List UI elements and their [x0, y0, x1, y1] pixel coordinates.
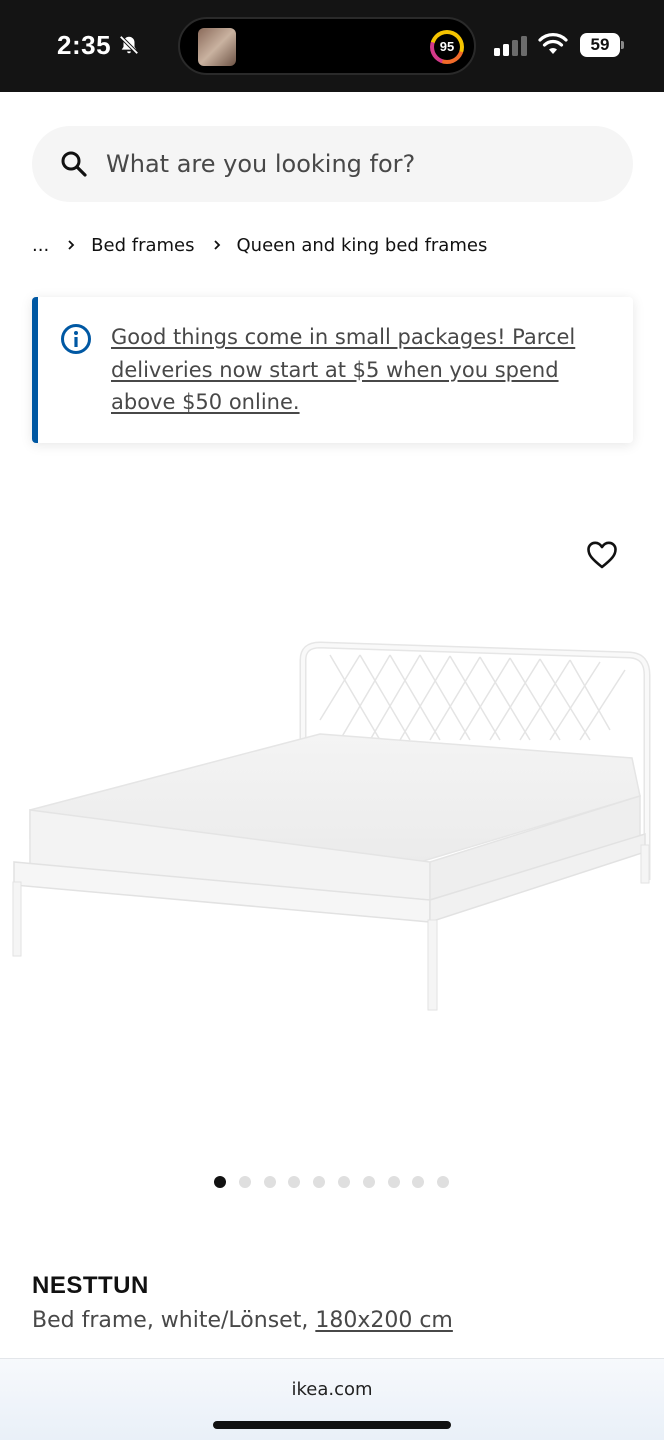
breadcrumb-queen-king-bed-frames[interactable]: Queen and king bed frames: [237, 235, 488, 256]
info-icon: [61, 324, 91, 354]
now-playing-thumbnail: [198, 28, 236, 66]
carousel-dot[interactable]: [437, 1176, 450, 1188]
battery-icon: 59: [580, 33, 624, 57]
dynamic-island[interactable]: 95: [178, 17, 476, 75]
chevron-right-icon: [213, 240, 220, 250]
product-description: Bed frame, white/Lönset, 180x200 cm: [32, 1308, 453, 1333]
product-description-text: Bed frame, white/Lönset,: [32, 1308, 316, 1333]
search-bar[interactable]: [32, 126, 633, 202]
delivery-notice-link[interactable]: Good things come in small packages! Parc…: [111, 321, 621, 419]
carousel-dot[interactable]: [387, 1176, 400, 1188]
search-icon: [61, 151, 87, 177]
carousel-dot[interactable]: [362, 1176, 375, 1188]
wifi-icon: [538, 33, 568, 54]
breadcrumb: ... Bed frames Queen and king bed frames: [32, 232, 487, 258]
carousel-dot[interactable]: [263, 1176, 276, 1188]
bed-frame-image[interactable]: [0, 600, 664, 1040]
chevron-right-icon: [68, 240, 75, 250]
carousel-dot[interactable]: [412, 1176, 425, 1188]
status-time: 2:35: [57, 30, 112, 60]
browser-address-bar[interactable]: ikea.com: [0, 1358, 664, 1440]
bell-slash-icon: [119, 35, 139, 55]
product-size-link[interactable]: 180x200 cm: [315, 1308, 453, 1333]
activity-ring-value: 95: [434, 34, 460, 60]
carousel-dot[interactable]: [313, 1176, 326, 1188]
carousel-dot[interactable]: [214, 1176, 226, 1188]
activity-ring-icon: 95: [430, 30, 464, 64]
product-name[interactable]: NESTTUN: [32, 1272, 149, 1300]
search-input[interactable]: [106, 126, 606, 202]
signal-icon: [494, 36, 527, 56]
heart-icon[interactable]: [586, 540, 618, 570]
breadcrumb-ellipsis[interactable]: ...: [32, 235, 49, 256]
carousel-dot[interactable]: [238, 1176, 251, 1188]
delivery-notice: Good things come in small packages! Parc…: [32, 297, 633, 443]
url-text[interactable]: ikea.com: [0, 1379, 664, 1400]
home-indicator[interactable]: [213, 1421, 451, 1429]
status-bar: 2:35 95 59: [0, 0, 664, 92]
battery-level: 59: [580, 33, 620, 57]
carousel-dot[interactable]: [288, 1176, 301, 1188]
carousel-dot[interactable]: [337, 1176, 350, 1188]
breadcrumb-bed-frames[interactable]: Bed frames: [91, 235, 194, 256]
carousel-indicator: [214, 1176, 462, 1188]
